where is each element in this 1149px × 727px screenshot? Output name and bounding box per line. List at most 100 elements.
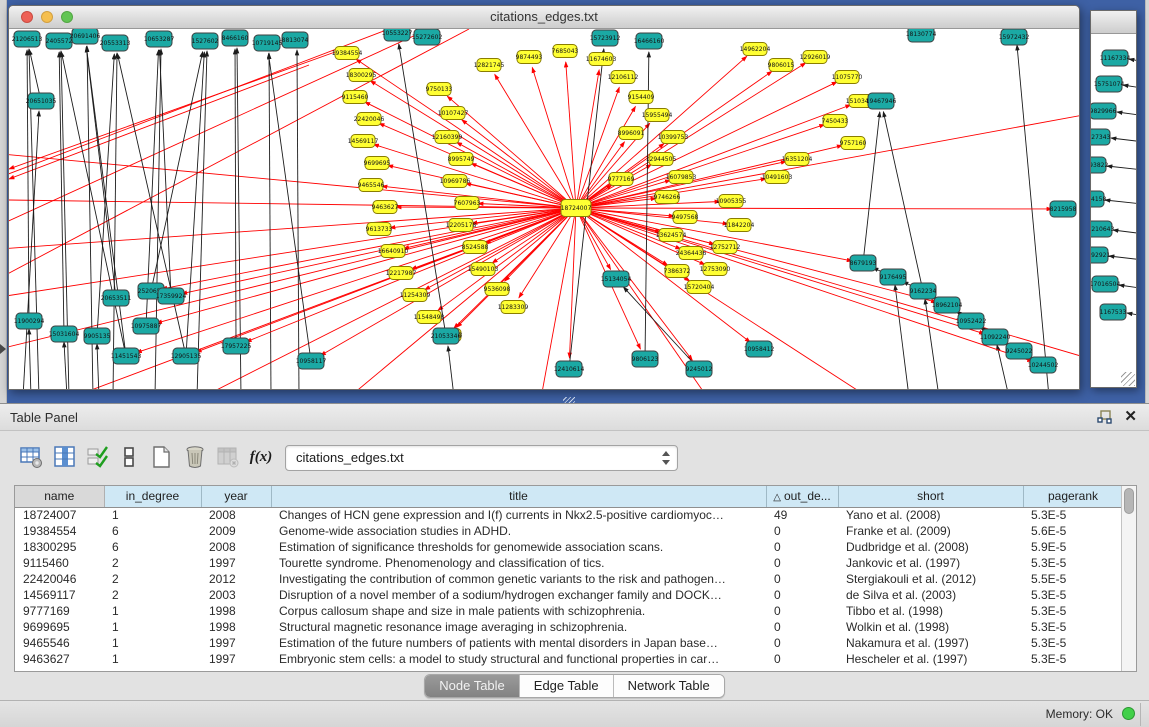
table-cell[interactable]: Dudbridge et al. (2008) <box>838 539 1023 555</box>
table-cell[interactable]: 5.3E-5 <box>1023 619 1121 635</box>
memory-ok-indicator[interactable] <box>1122 707 1135 720</box>
table-cell[interactable]: Genome-wide association studies in ADHD. <box>271 523 766 539</box>
minimize-button[interactable] <box>41 11 53 23</box>
table-cell[interactable]: 2009 <box>201 523 271 539</box>
table-settings-button[interactable] <box>16 441 46 473</box>
table-cell[interactable]: 0 <box>766 651 838 667</box>
table-cell[interactable]: Stergiakouli et al. (2012) <box>838 571 1023 587</box>
table-cell[interactable]: 5.3E-5 <box>1023 635 1121 651</box>
table-cell[interactable]: 0 <box>766 523 838 539</box>
table-cell[interactable]: 49 <box>766 507 838 523</box>
table-cell[interactable]: 9463627 <box>15 651 104 667</box>
table-cell[interactable]: 14569117 <box>15 587 104 603</box>
table-cell[interactable]: Hescheler et al. (1997) <box>838 651 1023 667</box>
table-cell[interactable]: 2008 <box>201 507 271 523</box>
table-cell[interactable]: Tibbo et al. (1998) <box>838 603 1023 619</box>
column-header-title[interactable]: title <box>271 486 766 507</box>
scrollbar-thumb[interactable] <box>1124 488 1134 514</box>
table-cell[interactable]: 6 <box>104 523 201 539</box>
table-cell[interactable]: 0 <box>766 555 838 571</box>
table-cell[interactable]: 18300295 <box>15 539 104 555</box>
select-rows-button[interactable] <box>83 441 113 473</box>
table-scrollbar[interactable] <box>1121 486 1136 671</box>
table-cell[interactable]: 2 <box>104 587 201 603</box>
table-cell[interactable]: 2 <box>104 555 201 571</box>
table-select-dropdown[interactable]: citations_edges.txt <box>285 445 678 471</box>
function-builder-button[interactable]: f(x) <box>246 441 276 473</box>
table-cell[interactable]: 9115460 <box>15 555 104 571</box>
table-cell[interactable]: 5.3E-5 <box>1023 507 1121 523</box>
table-cell[interactable]: Wolkin et al. (1998) <box>838 619 1023 635</box>
table-cell[interactable]: 2012 <box>201 571 271 587</box>
table-cell[interactable]: 1 <box>104 507 201 523</box>
tab-node-table[interactable]: Node Table <box>425 675 520 697</box>
table-cell[interactable]: 2008 <box>201 539 271 555</box>
table-cell[interactable]: Franke et al. (2009) <box>838 523 1023 539</box>
table-cell[interactable]: Estimation of the future numbers of pati… <box>271 635 766 651</box>
table-row[interactable]: 1456911722003Disruption of a novel membe… <box>15 587 1121 603</box>
split-handle[interactable] <box>563 397 575 403</box>
table-row[interactable]: 946362711997Embryonic stem cells: a mode… <box>15 651 1121 667</box>
table-row[interactable]: 2242004622012Investigating the contribut… <box>15 571 1121 587</box>
network-canvas[interactable]: 1872400719384554183002959115460224200461… <box>9 29 1079 389</box>
table-cell[interactable]: Nakamura et al. (1997) <box>838 635 1023 651</box>
table-row[interactable]: 1830029562008Estimation of significance … <box>15 539 1121 555</box>
table-cell[interactable]: 1998 <box>201 619 271 635</box>
table-cell[interactable]: 5.5E-5 <box>1023 571 1121 587</box>
table-cell[interactable]: 18724007 <box>15 507 104 523</box>
table-cell[interactable]: Investigating the contribution of common… <box>271 571 766 587</box>
background-network-canvas[interactable]: 1116733415751074982996692273431209382212… <box>1091 34 1136 386</box>
table-cell[interactable]: 5.3E-5 <box>1023 603 1121 619</box>
table-cell[interactable]: 0 <box>766 619 838 635</box>
table-cell[interactable]: 19384554 <box>15 523 104 539</box>
table-cell[interactable]: 2 <box>104 571 201 587</box>
tab-network-table[interactable]: Network Table <box>614 675 724 697</box>
table-cell[interactable]: 0 <box>766 587 838 603</box>
table-cell[interactable]: Estimation of significance thresholds fo… <box>271 539 766 555</box>
resize-grip-icon[interactable] <box>1121 372 1135 386</box>
table-cell[interactable]: 9699695 <box>15 619 104 635</box>
column-header-out_de[interactable]: △out_de... <box>766 486 838 507</box>
background-network-window[interactable]: 1116733415751074982996692273431209382212… <box>1090 10 1137 388</box>
table-cell[interactable]: de Silva et al. (2003) <box>838 587 1023 603</box>
table-cell[interactable]: 1997 <box>201 635 271 651</box>
table-cell[interactable]: 9465546 <box>15 635 104 651</box>
column-header-pagerank[interactable]: pagerank <box>1023 486 1121 507</box>
table-cell[interactable]: 1 <box>104 603 201 619</box>
table-cell[interactable]: Structural magnetic resonance image aver… <box>271 619 766 635</box>
maximize-button[interactable] <box>61 11 73 23</box>
column-header-year[interactable]: year <box>201 486 271 507</box>
table-cell[interactable]: Yano et al. (2008) <box>838 507 1023 523</box>
table-cell[interactable]: 22420046 <box>15 571 104 587</box>
table-cell[interactable]: 5.6E-5 <box>1023 523 1121 539</box>
table-row[interactable]: 946554611997Estimation of the future num… <box>15 635 1121 651</box>
delete-column-button[interactable] <box>180 441 210 473</box>
table-cell[interactable]: 0 <box>766 635 838 651</box>
table-cell[interactable]: Corpus callosum shape and size in male p… <box>271 603 766 619</box>
table-cell[interactable]: 1 <box>104 651 201 667</box>
tab-edge-table[interactable]: Edge Table <box>520 675 614 697</box>
table-cell[interactable]: 5.3E-5 <box>1023 555 1121 571</box>
column-header-in_degree[interactable]: in_degree <box>104 486 201 507</box>
table-cell[interactable]: Jankovic et al. (1997) <box>838 555 1023 571</box>
table-cell[interactable]: Disruption of a novel member of a sodium… <box>271 587 766 603</box>
table-cell[interactable]: 5.3E-5 <box>1023 651 1121 667</box>
column-header-short[interactable]: short <box>838 486 1023 507</box>
table-cell[interactable]: 5.3E-5 <box>1023 587 1121 603</box>
column-header-name[interactable]: name <box>15 486 104 507</box>
table-cell[interactable]: 1 <box>104 635 201 651</box>
table-cell[interactable]: 1998 <box>201 603 271 619</box>
table-cell[interactable]: 5.9E-5 <box>1023 539 1121 555</box>
table-row[interactable]: 911546021997Tourette syndrome. Phenomeno… <box>15 555 1121 571</box>
show-column-button[interactable] <box>50 441 80 473</box>
table-cell[interactable]: 6 <box>104 539 201 555</box>
table-cell[interactable]: 1997 <box>201 555 271 571</box>
row-height-button[interactable] <box>114 441 144 473</box>
table-cell[interactable]: 0 <box>766 603 838 619</box>
close-panel-icon[interactable]: ✕ <box>1124 409 1137 425</box>
table-cell[interactable]: 2003 <box>201 587 271 603</box>
table-cell[interactable]: 1 <box>104 619 201 635</box>
close-button[interactable] <box>21 11 33 23</box>
table-cell[interactable]: 0 <box>766 539 838 555</box>
table-cell[interactable]: 9777169 <box>15 603 104 619</box>
